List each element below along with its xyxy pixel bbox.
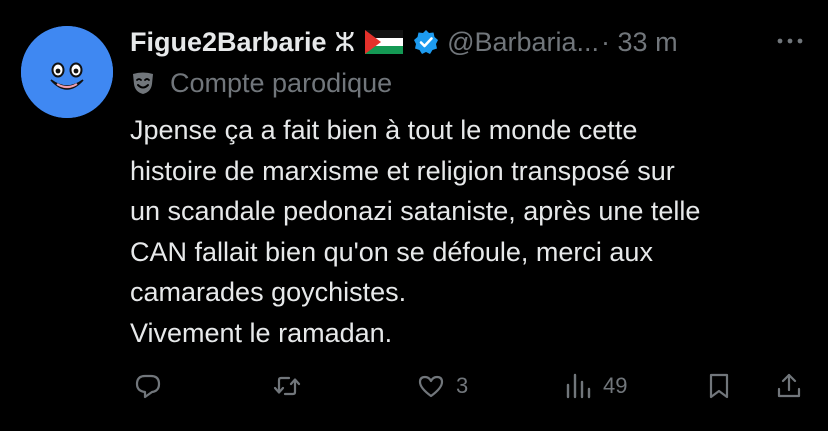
share-button[interactable] <box>774 366 804 406</box>
display-name[interactable]: Figue2Barbarie <box>130 27 327 58</box>
repost-button[interactable] <box>272 366 302 406</box>
post-header: Figue2Barbarie ⵣ @Barbaria... · 33 m <box>130 22 814 62</box>
like-button[interactable]: 3 <box>416 366 468 406</box>
verified-badge-icon[interactable] <box>413 29 439 55</box>
reply-button[interactable] <box>133 366 163 406</box>
like-count: 3 <box>456 373 469 398</box>
views-button[interactable]: 49 <box>563 366 627 406</box>
avatar[interactable] <box>21 26 113 118</box>
heart-icon <box>418 375 444 398</box>
repost-icon <box>273 376 301 396</box>
parody-mask-icon <box>130 70 156 96</box>
views-count: 49 <box>603 373 628 398</box>
post-text: Jpense ça a fait bien à tout le monde ce… <box>130 115 701 348</box>
bookmark-button[interactable] <box>704 366 734 406</box>
share-icon <box>777 373 801 398</box>
bookmark-icon <box>709 373 729 399</box>
amazigh-symbol: ⵣ <box>334 26 356 57</box>
user-handle[interactable]: @Barbaria... <box>447 27 599 58</box>
palestine-flag-icon <box>365 30 404 54</box>
reply-icon <box>135 374 161 399</box>
parody-label-text: Compte parodique <box>170 67 393 98</box>
post-actions: 3 49 <box>130 366 810 406</box>
parody-label: Compte parodique <box>130 66 392 100</box>
more-options-icon[interactable] <box>772 26 808 56</box>
views-icon <box>566 373 591 399</box>
post-time[interactable]: · 33 m <box>601 27 678 58</box>
avatar-face-icon <box>21 26 113 118</box>
